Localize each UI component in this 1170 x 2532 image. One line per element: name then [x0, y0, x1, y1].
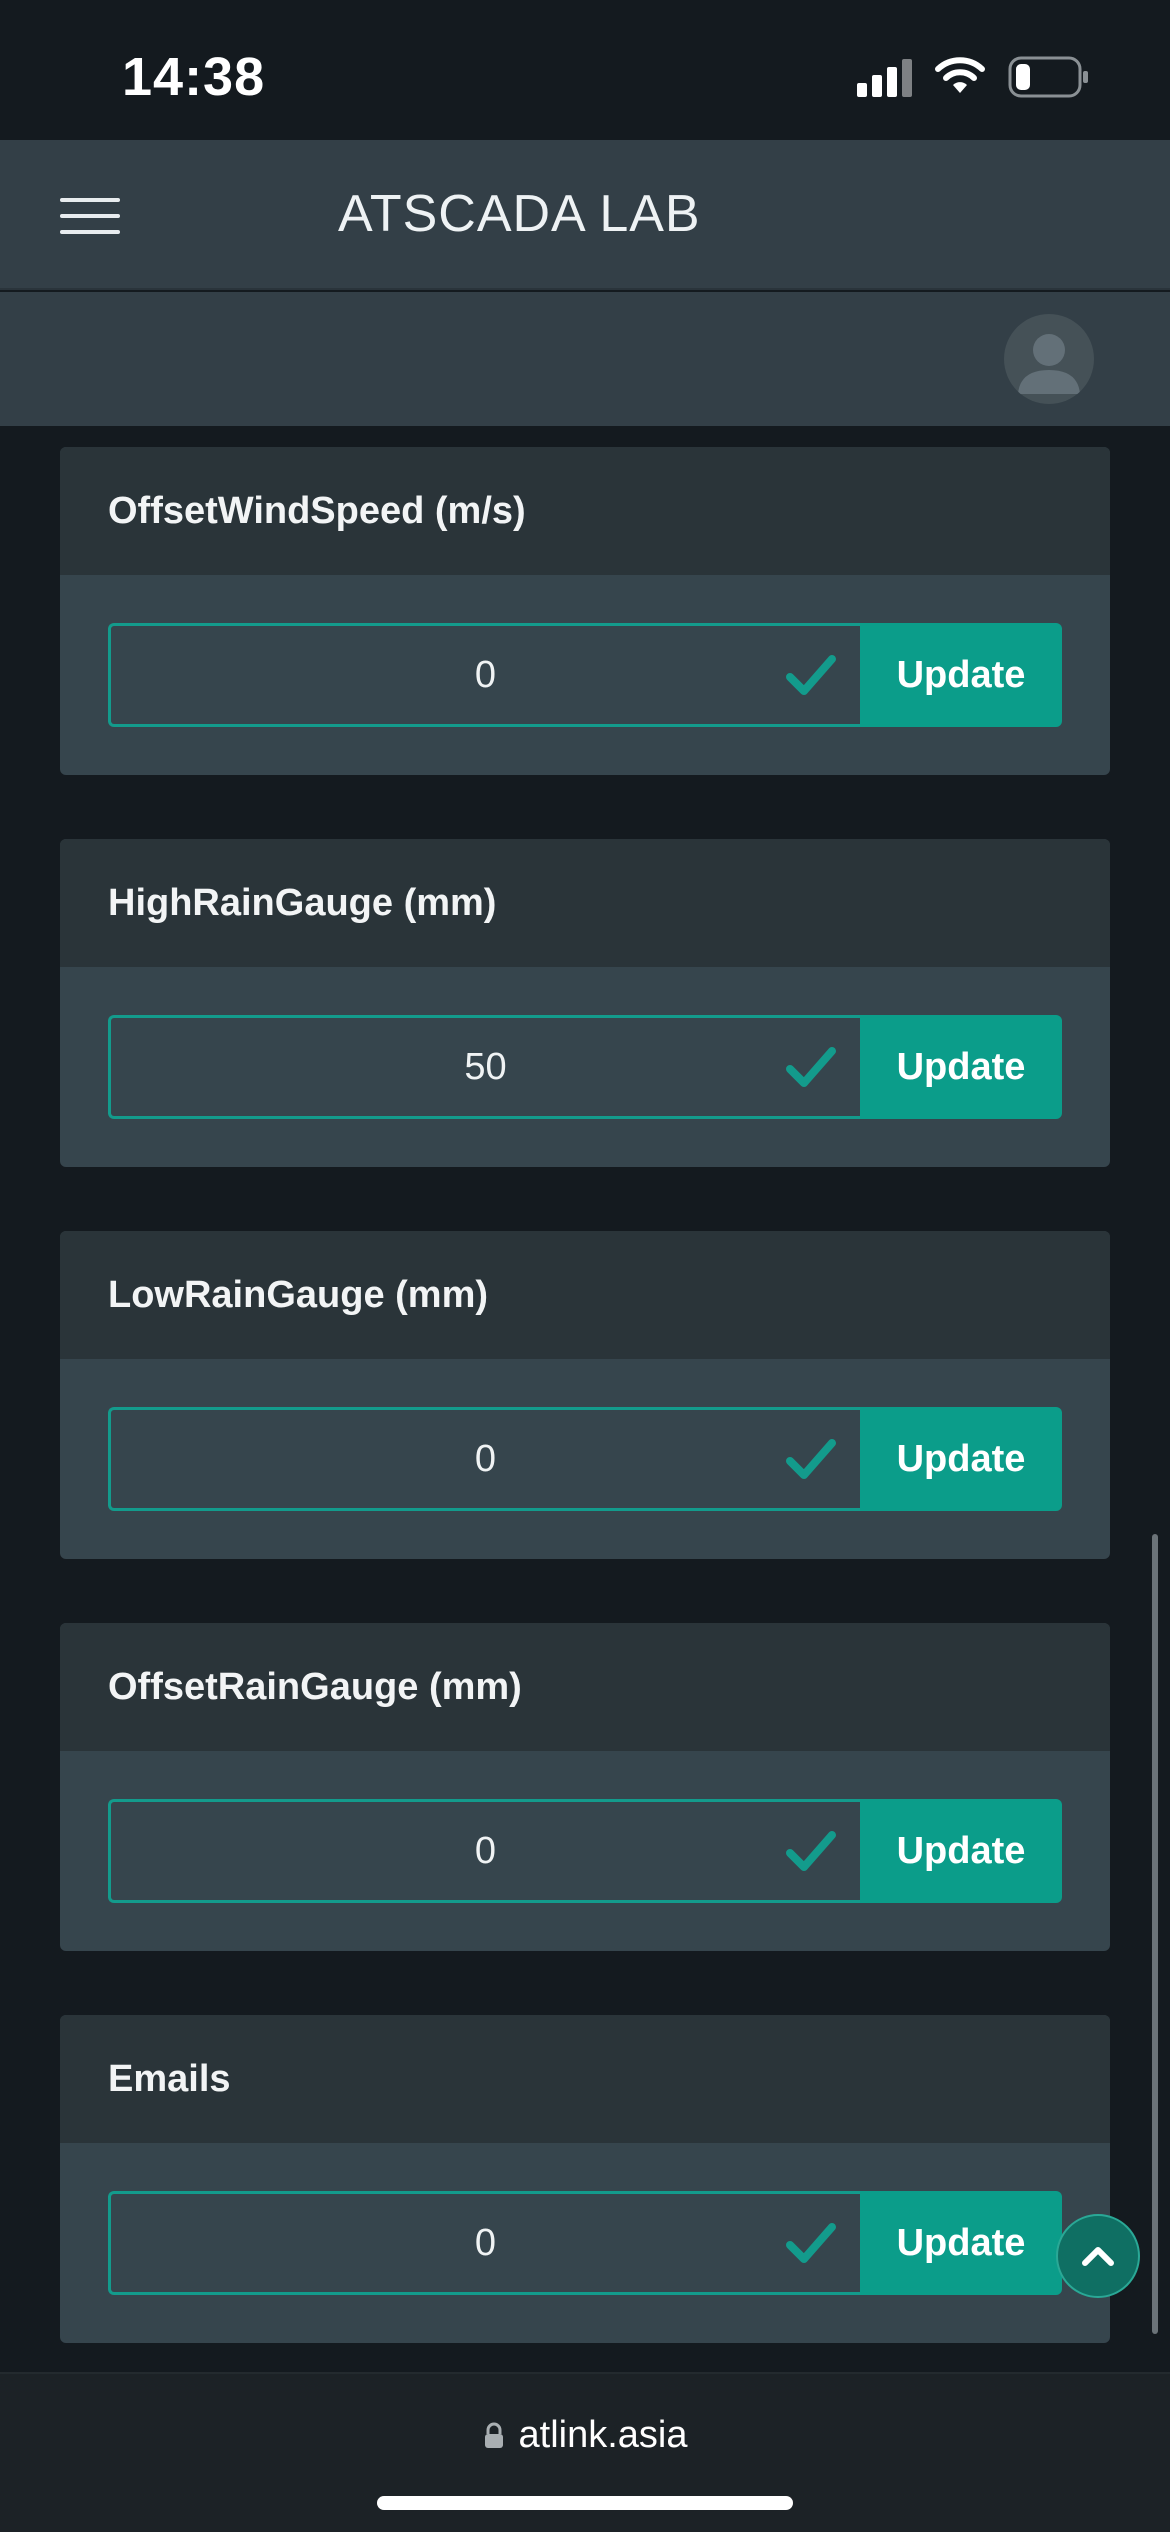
- status-time: 14:38: [122, 47, 266, 107]
- hamburger-line: [60, 214, 120, 218]
- input-group: Update: [108, 2191, 1062, 2295]
- page: 14:38 ATSCADA LAB OffsetWindSpeed (m/s) …: [0, 0, 1170, 2532]
- home-indicator[interactable]: [377, 2496, 793, 2510]
- battery-icon: [1008, 56, 1090, 98]
- update-button[interactable]: Update: [860, 1799, 1062, 1903]
- settings-list: OffsetWindSpeed (m/s) Update HighRainGau…: [0, 426, 1170, 2372]
- card-header: OffsetRainGauge (mm): [60, 1623, 1110, 1751]
- status-bar: 14:38: [0, 0, 1170, 140]
- low-rain-gauge-input[interactable]: [108, 1407, 860, 1511]
- hamburger-line: [60, 230, 120, 234]
- card-title: LowRainGauge (mm): [108, 1273, 489, 1316]
- hamburger-menu-button[interactable]: [60, 198, 120, 234]
- setting-card-offset-rain-gauge: OffsetRainGauge (mm) Update: [60, 1623, 1110, 1951]
- card-body: Update: [60, 1359, 1110, 1559]
- setting-card-low-rain-gauge: LowRainGauge (mm) Update: [60, 1231, 1110, 1559]
- card-body: Update: [60, 967, 1110, 1167]
- input-group: Update: [108, 623, 1062, 727]
- update-button[interactable]: Update: [860, 623, 1062, 727]
- input-group: Update: [108, 1407, 1062, 1511]
- offset-wind-speed-input[interactable]: [108, 623, 860, 727]
- back-to-top-button[interactable]: [1056, 2214, 1140, 2298]
- offset-rain-gauge-input[interactable]: [108, 1799, 860, 1903]
- update-button[interactable]: Update: [860, 1015, 1062, 1119]
- update-button[interactable]: Update: [860, 1407, 1062, 1511]
- input-wrap: [108, 2191, 860, 2295]
- input-wrap: [108, 1407, 860, 1511]
- card-header: OffsetWindSpeed (m/s): [60, 447, 1110, 575]
- status-icons: [857, 52, 1090, 102]
- url-bar[interactable]: atlink.asia: [0, 2414, 1170, 2457]
- input-wrap: [108, 1799, 860, 1903]
- card-body: Update: [60, 2143, 1110, 2343]
- card-body: Update: [60, 1751, 1110, 1951]
- update-button[interactable]: Update: [860, 2191, 1062, 2295]
- card-title: HighRainGauge (mm): [108, 881, 497, 924]
- app-title: ATSCADA LAB: [338, 185, 701, 243]
- high-rain-gauge-input[interactable]: [108, 1015, 860, 1119]
- user-avatar-icon[interactable]: [1004, 314, 1094, 404]
- card-title: OffsetWindSpeed (m/s): [108, 489, 526, 532]
- card-header: HighRainGauge (mm): [60, 839, 1110, 967]
- input-wrap: [108, 623, 860, 727]
- input-group: Update: [108, 1799, 1062, 1903]
- scrollbar[interactable]: [1152, 1534, 1158, 2334]
- card-header: Emails: [60, 2015, 1110, 2143]
- setting-card-emails: Emails Update: [60, 2015, 1110, 2343]
- chevron-up-icon: [1082, 2247, 1114, 2266]
- wifi-icon: [934, 57, 986, 97]
- cellular-signal-icon: [857, 57, 912, 97]
- hamburger-line: [60, 198, 120, 202]
- card-title: Emails: [108, 2057, 231, 2100]
- input-group: Update: [108, 1015, 1062, 1119]
- setting-card-high-rain-gauge: HighRainGauge (mm) Update: [60, 839, 1110, 1167]
- emails-input[interactable]: [108, 2191, 860, 2295]
- url-text: atlink.asia: [518, 2414, 688, 2456]
- card-body: Update: [60, 575, 1110, 775]
- card-header: LowRainGauge (mm): [60, 1231, 1110, 1359]
- lock-icon: [484, 2422, 503, 2448]
- browser-bar: atlink.asia: [0, 2372, 1170, 2532]
- input-wrap: [108, 1015, 860, 1119]
- sub-header: [0, 292, 1170, 426]
- setting-card-offset-wind-speed: OffsetWindSpeed (m/s) Update: [60, 447, 1110, 775]
- card-title: OffsetRainGauge (mm): [108, 1665, 522, 1708]
- app-header: ATSCADA LAB: [0, 140, 1170, 290]
